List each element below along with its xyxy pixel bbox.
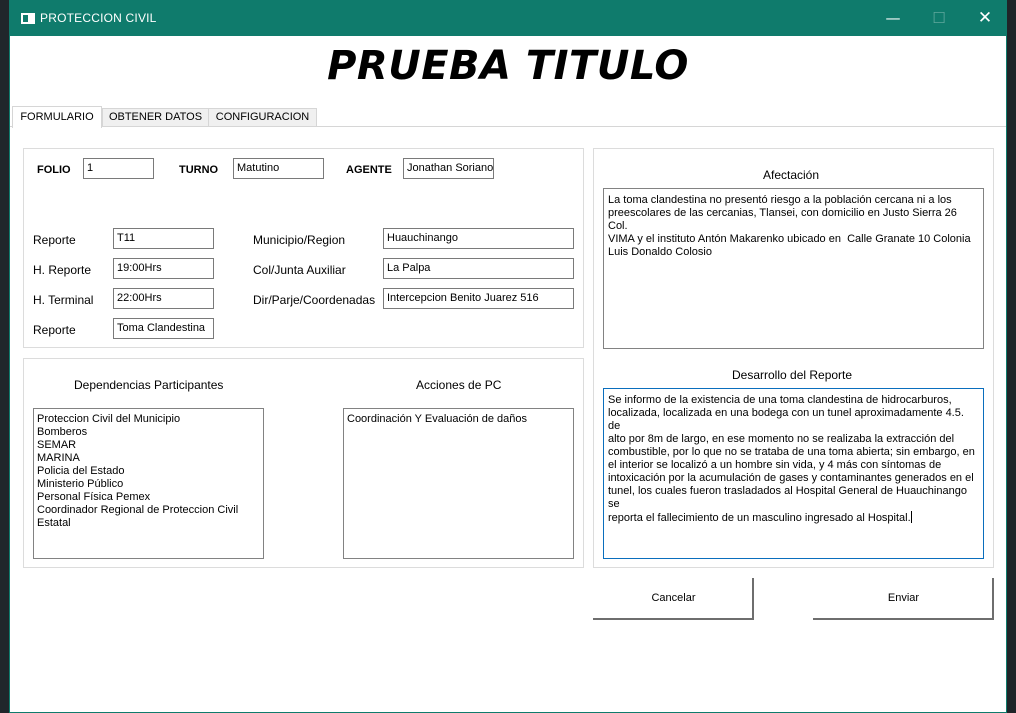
- acciones-list[interactable]: Coordinación Y Evaluación de daños: [343, 408, 574, 559]
- reporte-label: Reporte: [33, 233, 76, 247]
- list-item[interactable]: SEMAR: [37, 439, 260, 452]
- desarrollo-textarea[interactable]: Se informo de la existencia de una toma …: [603, 388, 984, 559]
- send-button[interactable]: Enviar: [813, 578, 994, 620]
- button-edge: [992, 578, 994, 620]
- folio-input[interactable]: 1: [83, 158, 154, 179]
- reporte-type-input[interactable]: Toma Clandestina: [113, 318, 214, 339]
- list-item[interactable]: MARINA: [37, 452, 260, 465]
- h-terminal-input[interactable]: 22:00Hrs: [113, 288, 214, 309]
- details-panel: Afectación La toma clandestina no presen…: [593, 148, 994, 568]
- send-button-label: Enviar: [887, 592, 920, 604]
- report-info-panel: FOLIO 1 TURNO Matutino AGENTE Jonathan S…: [23, 148, 584, 348]
- maximize-icon[interactable]: ☐: [916, 1, 962, 36]
- list-item[interactable]: Coordinación Y Evaluación de daños: [347, 413, 570, 426]
- agente-label: AGENTE: [346, 164, 392, 176]
- button-edge: [752, 578, 754, 620]
- desarrollo-label: Desarrollo del Reporte: [732, 368, 853, 382]
- turno-label: TURNO: [179, 164, 219, 176]
- municipio-label: Municipio/Region: [253, 233, 346, 247]
- list-item[interactable]: Policia del Estado: [37, 465, 260, 478]
- app-window: PROTECCION CIVIL — ☐ ✕ PRUEBA TITULO FOR…: [9, 0, 1007, 713]
- tab-bar: FORMULARIO OBTENER DATOS CONFIGURACION: [10, 106, 1006, 128]
- direccion-label: Dir/Parje/Coordenadas: [253, 293, 376, 307]
- tab-configuracion[interactable]: CONFIGURACION: [208, 108, 317, 127]
- h-terminal-label: H. Terminal: [33, 293, 94, 307]
- close-icon[interactable]: ✕: [962, 1, 1008, 36]
- agente-input[interactable]: Jonathan Soriano: [403, 158, 494, 179]
- tab-obtener-datos[interactable]: OBTENER DATOS: [102, 108, 209, 127]
- reporte-input[interactable]: T11: [113, 228, 214, 249]
- list-item[interactable]: Proteccion Civil del Municipio: [37, 413, 260, 426]
- h-reporte-input[interactable]: 19:00Hrs: [113, 258, 214, 279]
- list-item[interactable]: Coordinador Regional de Proteccion Civil: [37, 504, 260, 517]
- list-item[interactable]: Bomberos: [37, 426, 260, 439]
- dependencias-list[interactable]: Proteccion Civil del Municipio Bomberos …: [33, 408, 264, 559]
- afectacion-textarea[interactable]: La toma clandestina no presentó riesgo a…: [603, 188, 984, 349]
- acciones-label: Acciones de PC: [416, 378, 502, 392]
- municipio-input[interactable]: Huauchinango: [383, 228, 574, 249]
- cancel-button[interactable]: Cancelar: [593, 578, 754, 620]
- afectacion-label: Afectación: [763, 168, 820, 182]
- page-title: PRUEBA TITULO: [327, 43, 689, 89]
- list-item[interactable]: Ministerio Público: [37, 478, 260, 491]
- title-bar[interactable]: PROTECCION CIVIL — ☐ ✕: [10, 1, 1006, 36]
- tab-divider: [10, 126, 1006, 127]
- minimize-icon[interactable]: —: [870, 1, 916, 36]
- participants-panel: Dependencias Participantes Proteccion Ci…: [23, 358, 584, 568]
- app-window-icon: [21, 13, 35, 24]
- background-desktop-right: [1007, 0, 1016, 713]
- list-item[interactable]: Estatal: [37, 517, 260, 530]
- col-junta-label: Col/Junta Auxiliar: [253, 263, 346, 277]
- dependencias-label: Dependencias Participantes: [74, 378, 224, 392]
- cancel-button-label: Cancelar: [651, 592, 696, 604]
- h-reporte-label: H. Reporte: [33, 263, 92, 277]
- reporte-type-label: Reporte: [33, 323, 76, 337]
- tab-formulario[interactable]: FORMULARIO: [12, 106, 102, 128]
- direccion-input[interactable]: Intercepcion Benito Juarez 516: [383, 288, 574, 309]
- text-caret: [910, 511, 912, 523]
- col-junta-input[interactable]: La Palpa: [383, 258, 574, 279]
- turno-input[interactable]: Matutino: [233, 158, 324, 179]
- folio-label: FOLIO: [37, 164, 71, 176]
- desarrollo-text: Se informo de la existencia de una toma …: [608, 394, 975, 524]
- window-title: PROTECCION CIVIL: [40, 11, 157, 25]
- list-item[interactable]: Personal Física Pemex: [37, 491, 260, 504]
